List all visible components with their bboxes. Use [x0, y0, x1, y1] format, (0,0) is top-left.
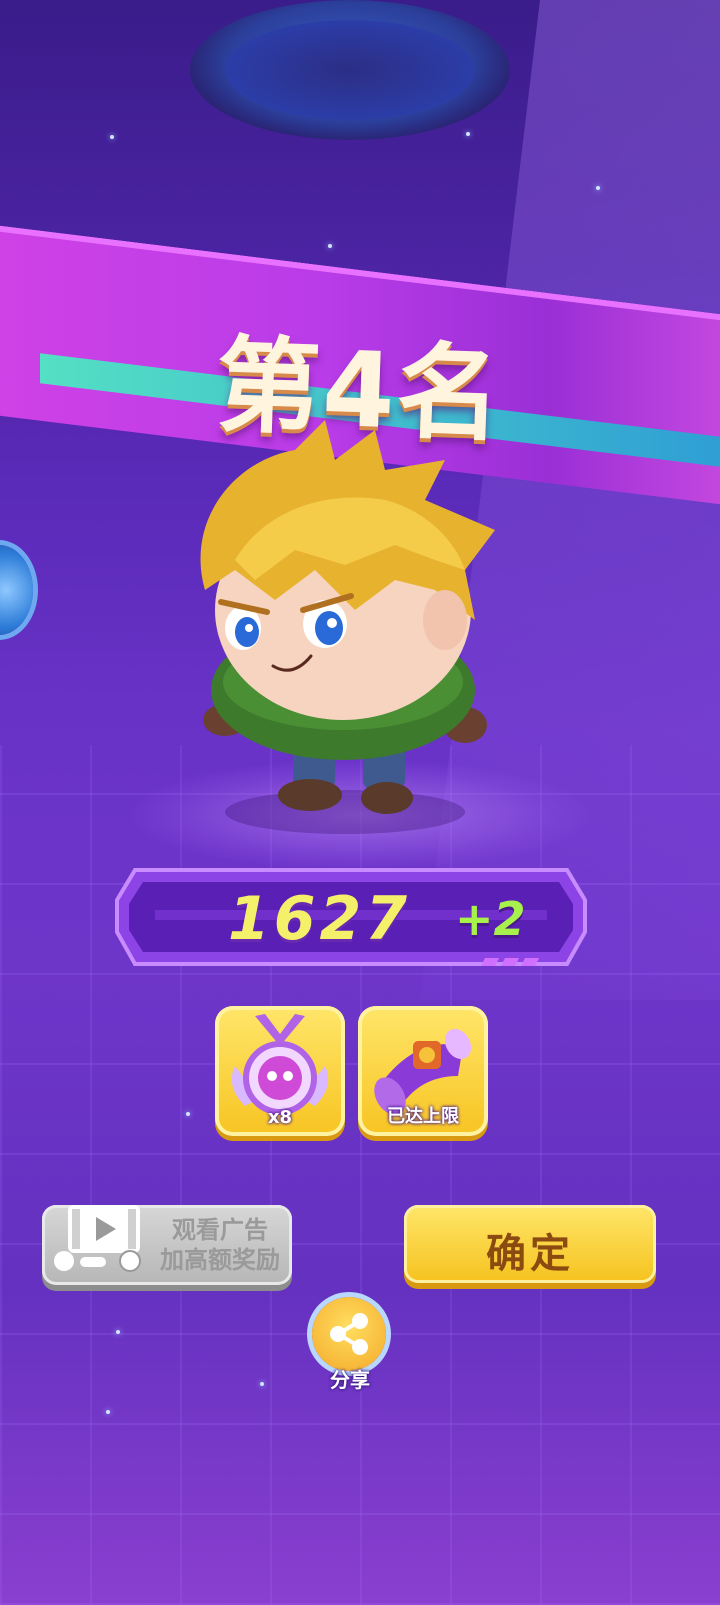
watch-ad-button[interactable]: 观看广告 加高额奖励 [42, 1205, 292, 1285]
sparkle [596, 186, 600, 190]
reward-limit-label: 已达上限 [387, 1106, 459, 1127]
player-character [200, 420, 495, 834]
video-play-icon [54, 1205, 141, 1272]
score-value: 1627 [228, 884, 411, 954]
score-change: +2 [455, 892, 526, 946]
share-label: 分享 [330, 1368, 370, 1392]
sparkle [328, 244, 332, 248]
reward-item-medal[interactable]: x8 [215, 1006, 345, 1136]
watch-ad-label: 观看广告 加高额奖励 [150, 1215, 290, 1275]
share-button[interactable] [312, 1297, 386, 1371]
confirm-button-label: 确定 [486, 1231, 574, 1277]
stage-ceiling-ring-inner [225, 20, 475, 120]
reward-count-label: x8 [267, 1107, 293, 1128]
sparkle [116, 1330, 120, 1334]
sparkle [260, 1382, 264, 1386]
sparkle [110, 135, 114, 139]
sparkle [466, 132, 470, 136]
sparkle [106, 1410, 110, 1414]
watch-ad-label-line1: 观看广告 [172, 1216, 268, 1244]
confirm-button[interactable]: 确定 [404, 1205, 656, 1283]
share-icon [330, 1313, 368, 1355]
reward-item-scroll[interactable]: 已达上限 [358, 1006, 488, 1136]
watch-ad-label-line2: 加高额奖励 [160, 1246, 280, 1274]
sparkle [186, 1112, 190, 1116]
